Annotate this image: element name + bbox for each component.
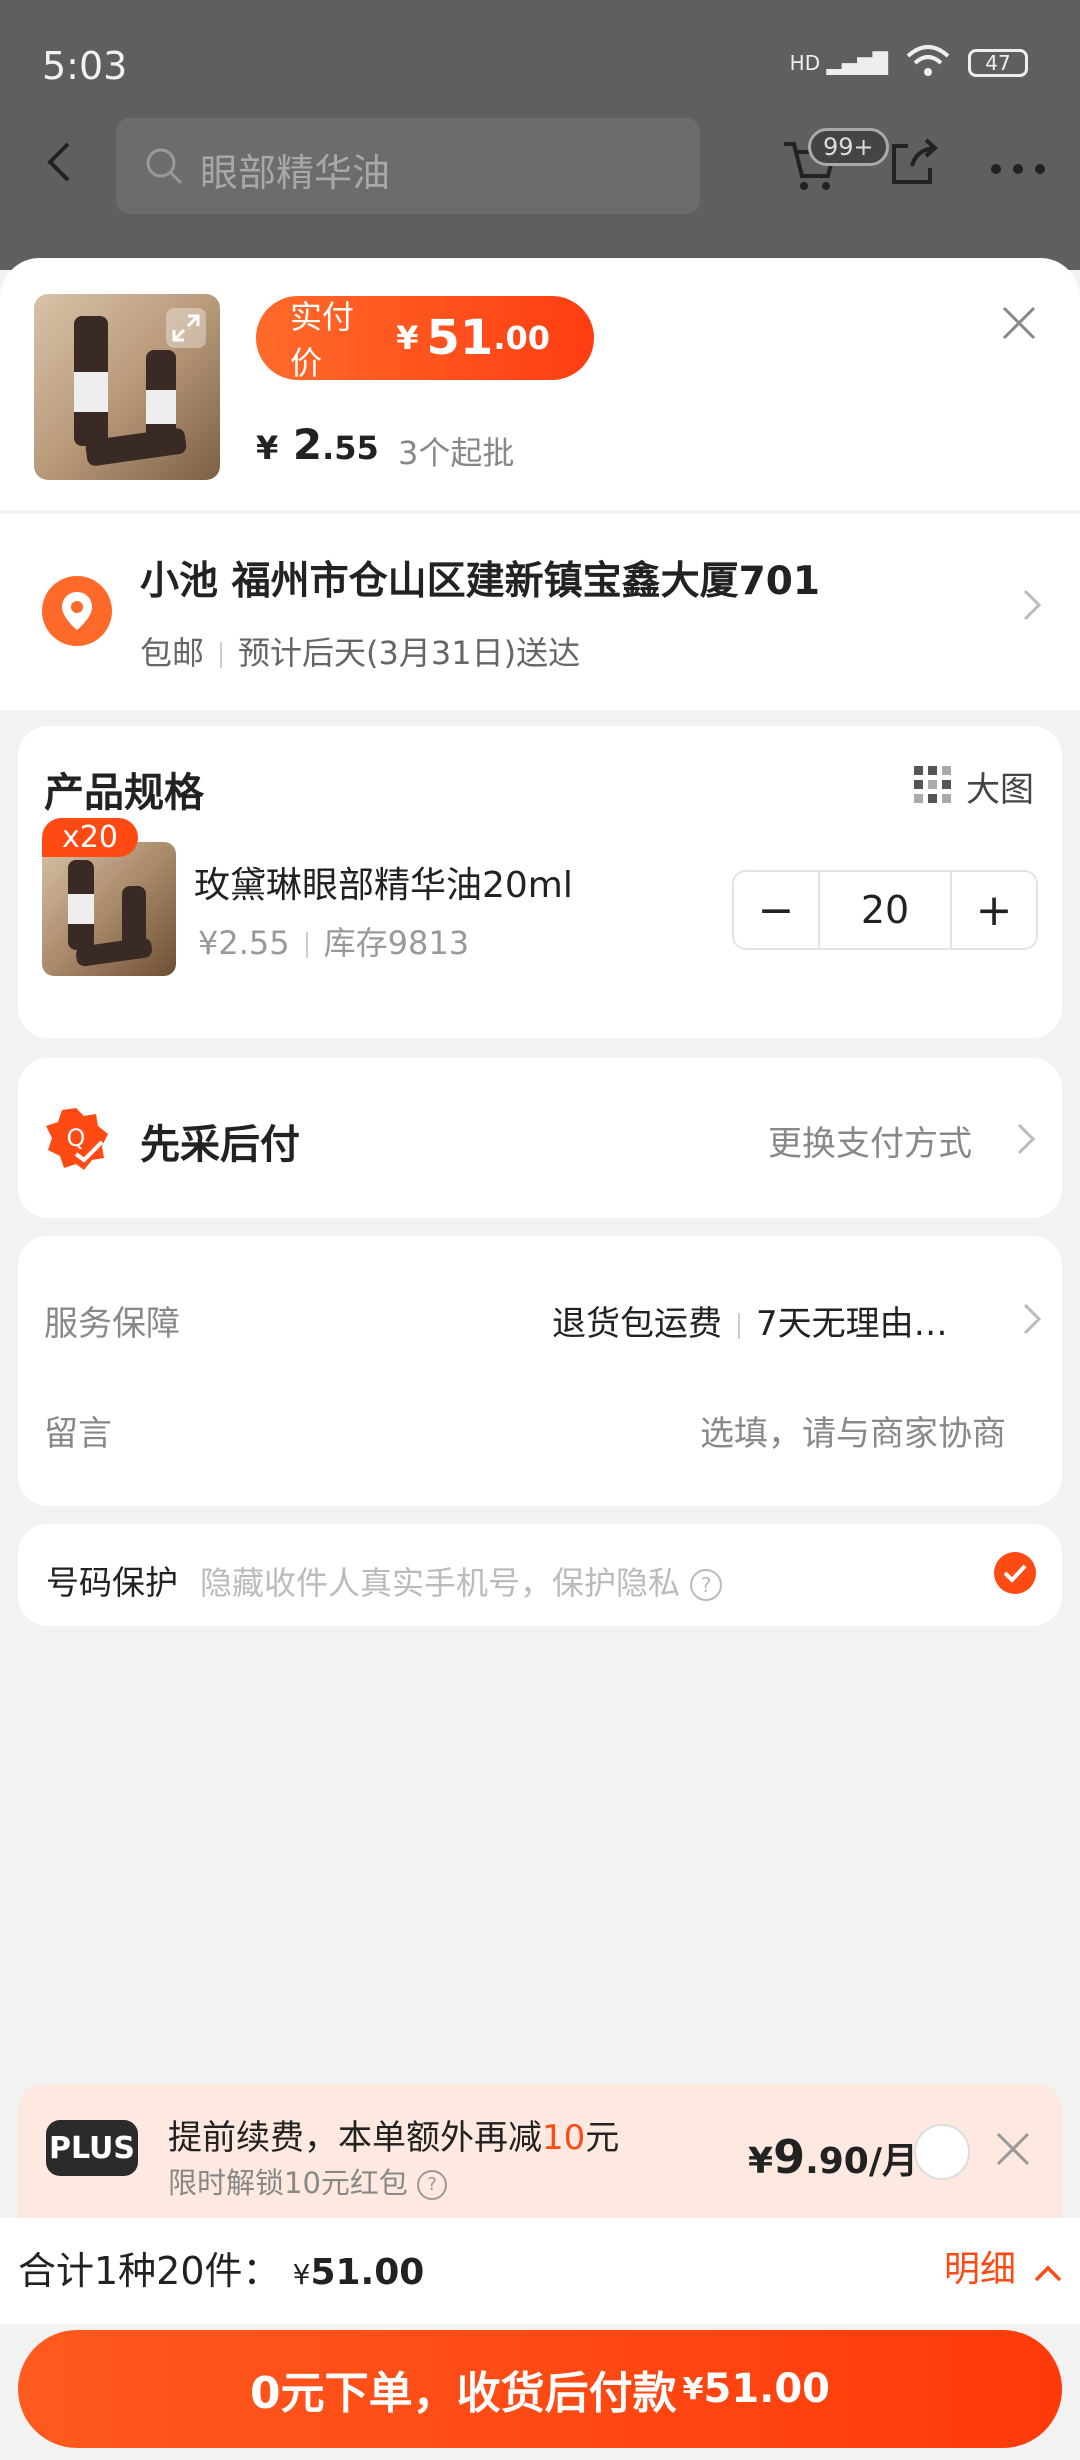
help-icon[interactable]: ? <box>417 2170 448 2200</box>
currency-symbol: ¥ <box>748 2141 774 2182</box>
free-shipping-label: 包邮 <box>140 634 205 672</box>
service-label: 服务保障 <box>44 1304 180 1344</box>
help-icon[interactable]: ? <box>690 1569 723 1601</box>
spec-title: 产品规格 <box>44 770 204 816</box>
plus-title-a: 提前续费，本单额外再减 <box>168 2118 542 2158</box>
order-total: 合计1种20件： ¥51.00 <box>18 2240 424 2295</box>
currency-symbol: ¥ <box>396 319 419 357</box>
change-payment-link[interactable]: 更换支付方式 <box>768 1116 972 1165</box>
search-icon <box>144 146 184 190</box>
order-total-label: 合计1种20件： <box>18 2249 281 2293</box>
actual-price-int: 51 <box>426 310 494 366</box>
address-card[interactable] <box>0 514 1080 710</box>
wifi-icon <box>906 44 950 82</box>
cart-badge: 99+ <box>808 128 889 166</box>
spec-stock: 库存9813 <box>323 924 470 962</box>
unit-price-dec: .55 <box>322 429 379 467</box>
plus-subtitle: 限时解锁10元红包 ? <box>168 2160 448 2202</box>
unit-price: ¥ 2.55 <box>256 420 379 469</box>
message-label: 留言 <box>44 1414 112 1454</box>
product-thumbnail[interactable] <box>34 294 220 480</box>
checkbox-checked-icon[interactable] <box>994 1552 1036 1594</box>
spec-price: ¥2.55 <box>198 924 290 962</box>
plus-price-int: 9 <box>773 2130 806 2184</box>
actual-price-dec: .00 <box>493 319 550 357</box>
quantity-stepper: − 20 + <box>732 870 1038 950</box>
plus-title-highlight: 10 <box>542 2118 586 2158</box>
grid-icon[interactable] <box>912 764 954 810</box>
quantity-input[interactable]: 20 <box>818 872 952 948</box>
location-pin-icon <box>42 576 112 646</box>
submit-order-button[interactable]: 0元下单，收货后付款 ¥51.00 <box>18 2330 1062 2448</box>
currency-symbol: ¥ <box>292 2258 311 2291</box>
spec-name: 玫黛琳眼部精华油20ml <box>194 865 573 906</box>
plus-title-b: 元 <box>585 2118 620 2158</box>
more-icon[interactable] <box>990 160 1046 179</box>
pay-later-icon: Q <box>42 1104 110 1172</box>
status-icons: HD ▂▄▆█ 47 <box>790 44 1028 82</box>
status-time: 5:03 <box>42 44 128 88</box>
close-icon[interactable] <box>996 300 1042 346</box>
chevron-right-icon <box>1022 586 1042 632</box>
spec-meta: ¥2.55 库存9813 <box>198 918 469 964</box>
min-order-qty: 3个起批 <box>398 434 515 472</box>
decrease-button[interactable]: − <box>734 872 818 948</box>
service-item-7day-return: 7天无理由… <box>756 1304 948 1344</box>
delivery-eta: 预计后天(3月31日)送达 <box>238 634 581 672</box>
plus-radio[interactable] <box>914 2124 970 2180</box>
expand-icon[interactable] <box>166 308 206 348</box>
order-total-amount: 51.00 <box>310 2252 425 2293</box>
plus-price: ¥9.90/月 <box>748 2130 918 2184</box>
detail-toggle[interactable]: 明细 <box>944 2240 1063 2292</box>
unit-price-int: 2 <box>292 420 323 469</box>
address-title: 小池 福州市仓山区建新镇宝鑫大厦701 <box>140 559 820 604</box>
service-card <box>18 1236 1062 1506</box>
submit-order-amount: 51.00 <box>703 2366 831 2412</box>
big-image-toggle[interactable]: 大图 <box>966 762 1034 811</box>
share-icon[interactable] <box>888 136 940 192</box>
message-input[interactable]: 选填，请与商家协商 <box>700 1406 1006 1455</box>
chevron-up-icon <box>1033 2251 1063 2292</box>
number-protection-desc: 隐藏收件人真实手机号，保护隐私 ? <box>200 1558 723 1604</box>
signal-icon: HD ▂▄▆█ <box>789 51 888 75</box>
actual-price-label: 实付价 <box>290 298 355 382</box>
payment-method-title: 先采后付 <box>140 1122 300 1168</box>
chevron-right-icon <box>1016 1122 1036 1160</box>
service-item-return-shipping: 退货包运费 <box>552 1304 722 1344</box>
plus-price-rest: .90/月 <box>805 2141 919 2182</box>
plus-subtitle-text: 限时解锁10元红包 <box>168 2166 408 2200</box>
quantity-badge: x20 <box>42 818 138 857</box>
increase-button[interactable]: + <box>952 872 1036 948</box>
back-icon[interactable] <box>40 140 80 182</box>
plus-title: 提前续费，本单额外再减10元 <box>168 2110 619 2159</box>
number-protection-label: 号码保护 <box>46 1563 178 1602</box>
chevron-right-icon <box>1022 1302 1042 1340</box>
close-icon[interactable] <box>994 2130 1032 2168</box>
detail-label: 明细 <box>944 2249 1017 2290</box>
number-protection-text: 隐藏收件人真实手机号，保护隐私 <box>200 1564 681 1602</box>
currency-symbol: ¥ <box>682 2371 704 2407</box>
search-input[interactable]: 眼部精华油 <box>200 142 390 197</box>
submit-order-label: 0元下单，收货后付款 <box>249 2368 677 2419</box>
plus-badge: PLUS <box>46 2120 138 2176</box>
svg-text:Q: Q <box>67 1124 86 1152</box>
battery-icon: 47 <box>968 49 1028 77</box>
actual-price-pill: 实付价 ¥ 51 .00 <box>256 296 594 382</box>
service-items[interactable]: 退货包运费 7天无理由… <box>552 1296 948 1345</box>
spec-thumbnail[interactable] <box>42 842 176 976</box>
currency-symbol: ¥ <box>256 429 279 467</box>
delivery-info: 包邮 预计后天(3月31日)送达 <box>140 628 580 674</box>
